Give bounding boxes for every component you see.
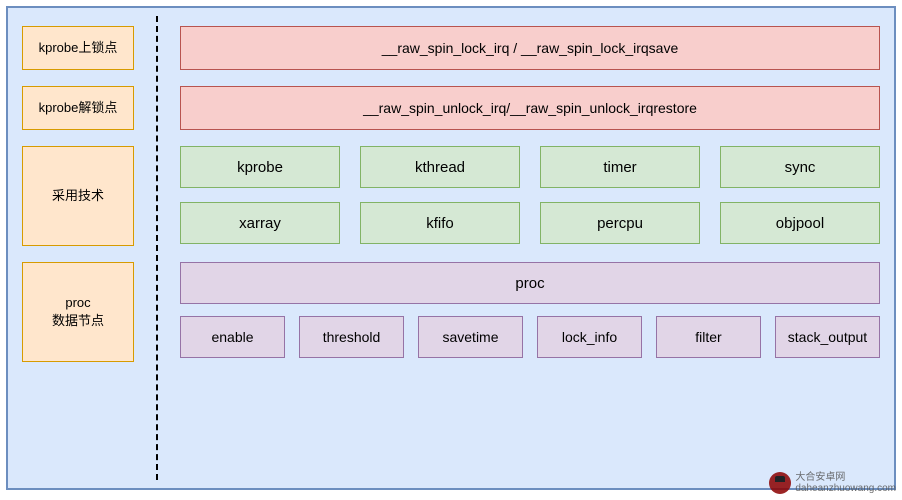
label-proc: proc 数据节点 [22,262,134,362]
tech-item: kfifo [360,202,520,244]
vertical-divider [156,16,158,480]
diagram-container: kprobe上锁点 __raw_spin_lock_irq / __raw_sp… [6,6,896,490]
row-unlock-point: kprobe解锁点 __raw_spin_unlock_irq/__raw_sp… [22,86,880,130]
tech-item: sync [720,146,880,188]
proc-item: enable [180,316,285,358]
watermark: 大合安卓网 daheanzhuowang.com [769,472,896,494]
proc-item: lock_info [537,316,642,358]
tech-item: kthread [360,146,520,188]
proc-item: filter [656,316,761,358]
label-lock-point: kprobe上锁点 [22,26,134,70]
tech-item: timer [540,146,700,188]
row-proc: proc 数据节点 proc enable threshold savetime… [22,262,880,362]
row-lock-point: kprobe上锁点 __raw_spin_lock_irq / __raw_sp… [22,26,880,70]
watermark-url: daheanzhuowang.com [795,483,896,494]
tech-item: kprobe [180,146,340,188]
proc-item: threshold [299,316,404,358]
label-unlock-point: kprobe解锁点 [22,86,134,130]
tech-item: percpu [540,202,700,244]
proc-header: proc [180,262,880,304]
tech-grid: kprobe kthread timer sync xarray kfifo p… [180,146,880,246]
tech-item: objpool [720,202,880,244]
watermark-icon [769,472,791,494]
label-tech: 采用技术 [22,146,134,246]
proc-item: savetime [418,316,523,358]
watermark-title: 大合安卓网 [795,472,896,483]
unlock-functions: __raw_spin_unlock_irq/__raw_spin_unlock_… [180,86,880,130]
proc-grid: enable threshold savetime lock_info filt… [180,316,880,358]
tech-item: xarray [180,202,340,244]
proc-item: stack_output [775,316,880,358]
lock-functions: __raw_spin_lock_irq / __raw_spin_lock_ir… [180,26,880,70]
row-tech: 采用技术 kprobe kthread timer sync xarray kf… [22,146,880,246]
